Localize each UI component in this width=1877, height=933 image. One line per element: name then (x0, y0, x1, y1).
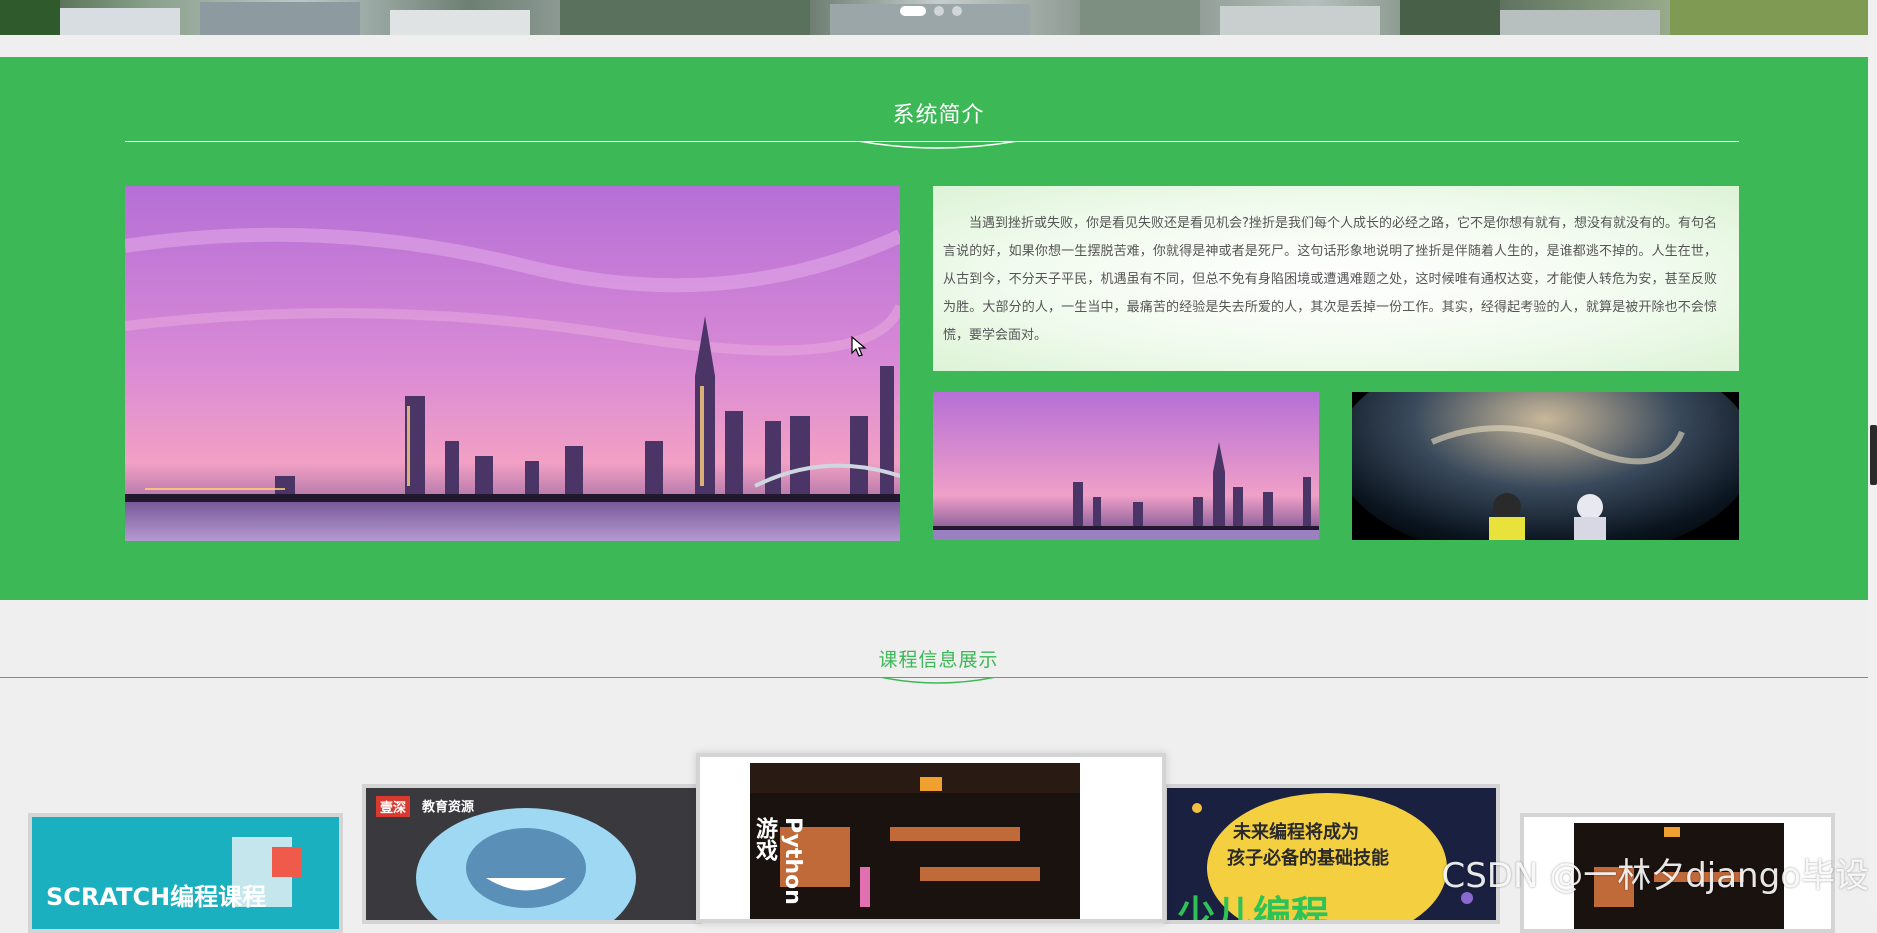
intro-section: 系统简介 当遇到挫折或失败，你是看见失败还是看见机会?挫折是我们每个人成长的必经… (0, 57, 1877, 600)
course-card-brand: 壹深 (376, 796, 411, 817)
course-card-line2: 孩子必备的基础技能 (1227, 848, 1389, 869)
scrollbar-thumb[interactable] (1870, 425, 1877, 485)
course-card-title: Python游戏 (752, 817, 805, 905)
course-card-line1: 未来编程将成为 (1233, 822, 1359, 843)
course-section-title: 课程信息展示 (878, 649, 999, 671)
intro-small-cityscape-image[interactable] (933, 392, 1319, 540)
divider-swoosh-icon (858, 141, 1018, 149)
carousel-dot-2[interactable] (934, 6, 944, 16)
page-scrollbar[interactable] (1868, 0, 1877, 907)
course-card-title: 少儿编程 (1177, 893, 1330, 924)
banner-carousel[interactable] (0, 0, 1877, 35)
course-card[interactable]: SCRATCH编程课程 (28, 813, 343, 933)
intro-earth-image[interactable] (1352, 392, 1739, 540)
divider-swoosh-icon (880, 677, 996, 684)
course-card[interactable]: 壹深 教育资源 (362, 784, 702, 924)
mouse-cursor-icon (851, 336, 867, 357)
intro-paragraph: 当遇到挫折或失败，你是看见失败还是看见机会?挫折是我们每个人成长的必经之路，它不… (943, 216, 1717, 343)
watermark-text: CSDN @一林夕django毕设 (1441, 856, 1869, 896)
carousel-dot-1[interactable] (900, 6, 926, 16)
course-card-brand-sub: 教育资源 (422, 800, 475, 815)
intro-title: 系统简介 (892, 103, 985, 128)
carousel-indicators (900, 6, 962, 16)
carousel-dot-3[interactable] (952, 6, 962, 16)
course-card-active[interactable]: Python游戏 (696, 753, 1166, 923)
intro-cityscape-image[interactable] (125, 186, 900, 541)
intro-text-box: 当遇到挫折或失败，你是看见失败还是看见机会?挫折是我们每个人成长的必经之路，它不… (933, 186, 1739, 371)
